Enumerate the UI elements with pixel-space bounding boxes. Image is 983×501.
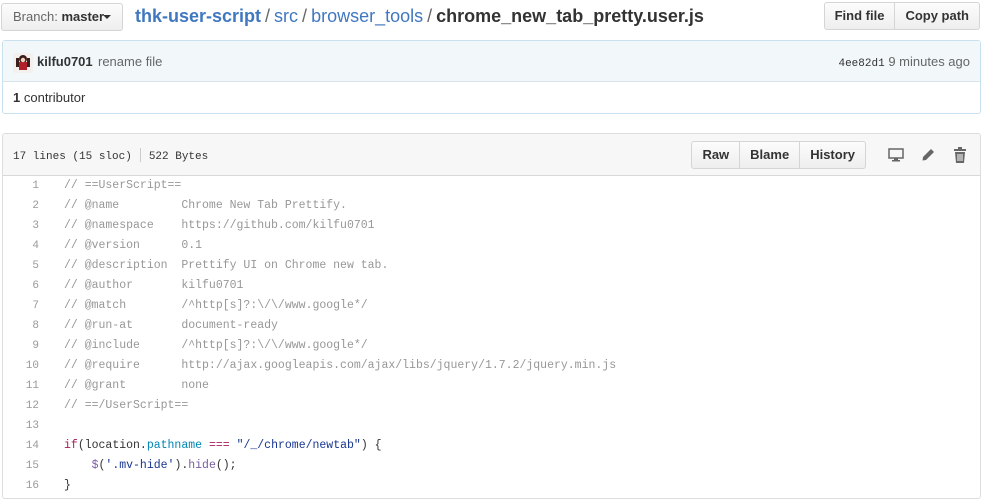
line-number[interactable]: 1 — [3, 176, 47, 196]
line-content: // @require http://ajax.googleapis.com/a… — [64, 359, 617, 372]
code-line: 7 // @match /^http[s]?:\/\/www.google*/ — [3, 296, 980, 316]
blame-button[interactable]: Blame — [740, 141, 801, 169]
contributors-label: contributor — [23, 90, 86, 105]
code-line: 2 // @name Chrome New Tab Prettify. — [3, 196, 980, 216]
breadcrumb-browser-tools-link[interactable]: browser_tools — [311, 6, 423, 26]
file-viewer: 17 lines (15 sloc) 522 Bytes Raw Blame Hi… — [2, 133, 981, 499]
chevron-down-icon — [103, 15, 111, 19]
branch-label: Branch: — [13, 9, 58, 24]
commit-meta: 4ee82d1 9 minutes ago — [838, 54, 970, 70]
file-navigation: Branch: master thk-user-script / src / brows… — [0, 0, 983, 33]
line-number[interactable]: 14 — [3, 436, 47, 456]
contributors-row[interactable]: 1 contributor — [3, 82, 980, 113]
line-number[interactable]: 15 — [3, 456, 47, 476]
line-number[interactable]: 11 — [3, 376, 47, 396]
line-number[interactable]: 5 — [3, 256, 47, 276]
line-content: // @grant none — [64, 379, 209, 392]
trash-icon[interactable] — [946, 141, 974, 169]
code-line: 8 // @run-at document-ready — [3, 316, 980, 336]
latest-commit: kilfu0701 rename file 4ee82d1 9 minutes … — [3, 41, 980, 82]
desktop-icon[interactable] — [882, 141, 910, 169]
pencil-icon[interactable] — [914, 141, 942, 169]
code-line: 4 // @version 0.1 — [3, 236, 980, 256]
line-number[interactable]: 9 — [3, 336, 47, 356]
code-line: 9 // @include /^http[s]?:\/\/www.google*/ — [3, 336, 980, 356]
raw-button[interactable]: Raw — [691, 141, 741, 169]
line-content: // @version 0.1 — [64, 239, 203, 252]
line-number[interactable]: 13 — [3, 416, 47, 436]
code-line: 13 — [3, 416, 980, 436]
commit-time: 9 minutes ago — [888, 54, 970, 69]
breadcrumb-separator: / — [427, 6, 433, 26]
file-size: 522 Bytes — [148, 151, 209, 163]
line-content: } — [64, 479, 71, 492]
code-line: 15 $('.mv-hide').hide(); — [3, 456, 980, 476]
line-content: if(location.pathname === "/_/chrome/newt… — [64, 439, 382, 452]
line-number[interactable]: 4 — [3, 236, 47, 256]
line-content: // @description Prettify UI on Chrome ne… — [64, 259, 389, 272]
line-number[interactable]: 7 — [3, 296, 47, 316]
file-info-divider — [139, 148, 141, 162]
line-content — [47, 416, 64, 436]
breadcrumb: thk-user-script / src / browser_tools / chrome… — [135, 5, 704, 27]
code-table: 1 // ==UserScript== 2 // @name Chrome New T… — [3, 176, 980, 496]
breadcrumb-current-file: chrome_new_tab_pretty.user.js — [436, 6, 704, 26]
code-line: 6 // @author kilfu0701 — [3, 276, 980, 296]
code-line: 5 // @description Prettify UI on Chrome n… — [3, 256, 980, 276]
breadcrumb-repo-link[interactable]: thk-user-script — [135, 6, 261, 26]
line-number[interactable]: 8 — [3, 316, 47, 336]
line-content: // @include /^http[s]?:\/\/www.google*/ — [64, 339, 368, 352]
breadcrumb-src-link[interactable]: src — [274, 6, 298, 26]
branch-select-button[interactable]: Branch: master — [1, 3, 123, 31]
line-content: $('.mv-hide').hide(); — [91, 459, 237, 472]
line-number[interactable]: 16 — [3, 476, 47, 496]
line-number[interactable]: 12 — [3, 396, 47, 416]
file-nav-buttons: Find file Copy path — [823, 2, 980, 30]
breadcrumb-separator: / — [265, 6, 271, 26]
code-line: 3 // @namespace https://github.com/kilfu0… — [3, 216, 980, 236]
line-number[interactable]: 3 — [3, 216, 47, 236]
commit-message-link[interactable]: rename file — [98, 54, 162, 69]
line-number[interactable]: 2 — [3, 196, 47, 216]
line-content: // @name Chrome New Tab Prettify. — [64, 199, 347, 212]
contributors-count: 1 — [13, 90, 21, 105]
file-line-count: 17 lines (15 sloc) — [13, 151, 132, 163]
history-button[interactable]: History — [800, 141, 866, 169]
breadcrumb-separator: / — [302, 6, 308, 26]
line-content: // ==/UserScript== — [64, 399, 189, 412]
commit-author-link[interactable]: kilfu0701 — [37, 54, 93, 69]
line-content: // @namespace https://github.com/kilfu07… — [64, 219, 375, 232]
file-actions: Raw Blame History — [691, 141, 974, 169]
commit-tease: kilfu0701 rename file 4ee82d1 9 minutes … — [2, 40, 981, 114]
commit-sha-link[interactable]: 4ee82d1 — [838, 58, 884, 70]
line-content: // @author kilfu0701 — [64, 279, 244, 292]
line-number[interactable]: 10 — [3, 356, 47, 376]
file-info: 17 lines (15 sloc) 522 Bytes — [13, 148, 208, 163]
code-line: 14 if(location.pathname === "/_/chrome/ne… — [3, 436, 980, 456]
copy-path-button[interactable]: Copy path — [895, 2, 980, 30]
line-content: // @run-at document-ready — [64, 319, 278, 332]
file-header: 17 lines (15 sloc) 522 Bytes Raw Blame Hi… — [3, 134, 980, 176]
code-line: 10 // @require http://ajax.googleapis.com… — [3, 356, 980, 376]
code-line: 12 // ==/UserScript== — [3, 396, 980, 416]
avatar[interactable] — [13, 53, 33, 73]
branch-name: master — [61, 9, 105, 24]
line-content: // ==UserScript== — [64, 179, 182, 192]
code-line: 11 // @grant none — [3, 376, 980, 396]
file-action-buttons: Raw Blame History — [691, 141, 866, 169]
line-number[interactable]: 6 — [3, 276, 47, 296]
find-file-button[interactable]: Find file — [823, 2, 896, 30]
code-line: 1 // ==UserScript== — [3, 176, 980, 196]
line-content: // @match /^http[s]?:\/\/www.google*/ — [64, 299, 368, 312]
code-line: 16} — [3, 476, 980, 496]
